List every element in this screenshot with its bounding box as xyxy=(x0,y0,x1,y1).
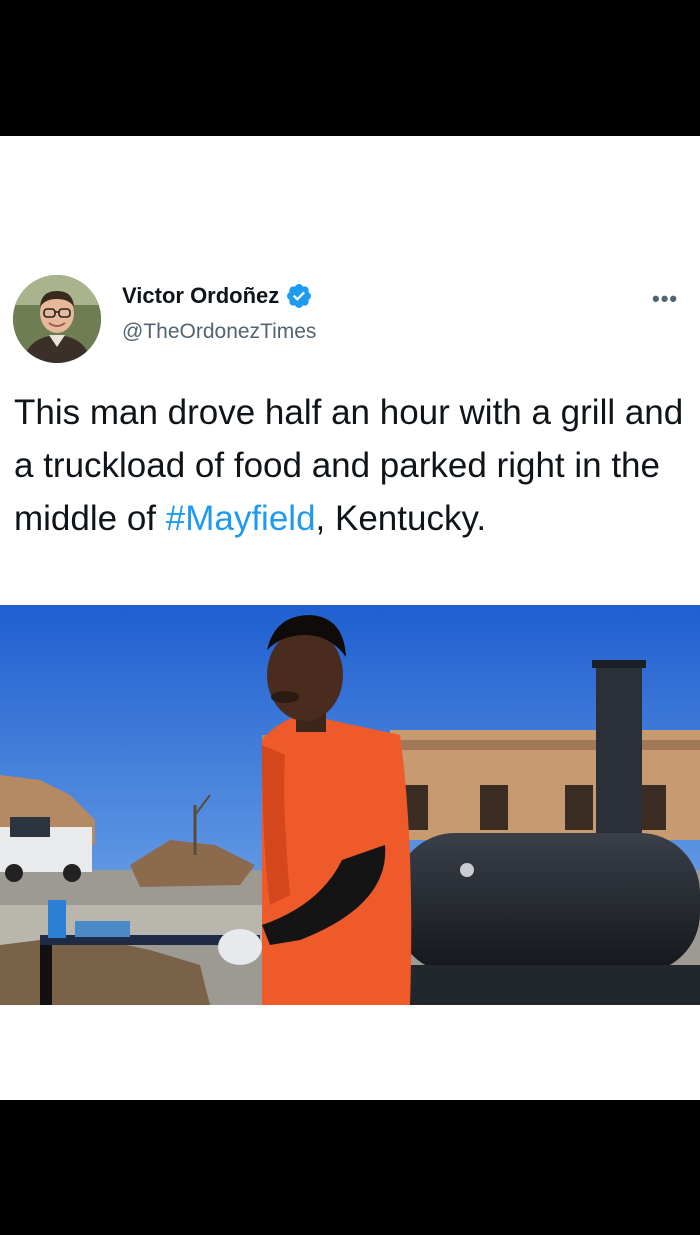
photo-man-grill-tornado-damage xyxy=(0,605,700,1005)
tweet-card: Victor Ordoñez @TheOrdonezTimes ••• This… xyxy=(0,136,700,1100)
more-options-icon[interactable]: ••• xyxy=(652,286,678,312)
author-handle[interactable]: @TheOrdonezTimes xyxy=(122,320,316,344)
author-name[interactable]: Victor Ordoñez xyxy=(122,283,279,309)
verified-badge-icon xyxy=(287,284,312,308)
avatar[interactable] xyxy=(13,275,101,363)
tweet-text: This man drove half an hour with a grill… xyxy=(14,386,686,545)
bottom-black-bar xyxy=(0,1100,700,1235)
top-black-bar xyxy=(0,0,700,136)
hashtag-link[interactable]: #Mayfield xyxy=(166,499,316,538)
tweet-media-image[interactable] xyxy=(0,605,700,1005)
author-row: Victor Ordoñez xyxy=(122,282,313,310)
tweet-text-end: , Kentucky. xyxy=(315,499,487,538)
